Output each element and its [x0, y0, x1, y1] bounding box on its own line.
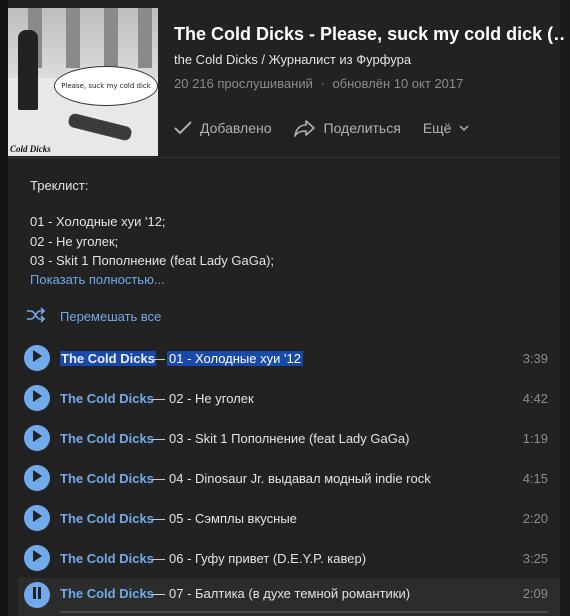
- cover-caption: Cold Dicks: [10, 144, 51, 154]
- play-icon: [32, 429, 42, 447]
- playlist-meta: 20 216 прослушиваний · обновлён 10 окт 2…: [174, 76, 463, 91]
- playlist-title: The Cold Dicks - Please, suck my cold di…: [174, 24, 564, 44]
- track-artist[interactable]: The Cold Dicks: [60, 586, 154, 601]
- added-label: Добавлено: [200, 120, 272, 136]
- track-row[interactable]: The Cold Dicks — 01 - Холодные хуи '12 3…: [18, 338, 560, 378]
- cover-standing-figure: [18, 30, 38, 110]
- shuffle-label: Перемешать все: [60, 309, 162, 324]
- album-cover[interactable]: Please, suck my cold dick Cold Dicks: [8, 8, 158, 156]
- play-button[interactable]: [24, 465, 50, 491]
- track-dash: —: [152, 350, 165, 366]
- share-icon: [293, 119, 316, 137]
- track-artist[interactable]: The Cold Dicks: [60, 511, 154, 526]
- track-row[interactable]: The Cold Dicks — 02 - Не уголек 4:42: [18, 378, 560, 418]
- meta-separator: ·: [320, 76, 325, 91]
- track-list: The Cold Dicks — 01 - Холодные хуи '12 3…: [18, 338, 560, 616]
- track-duration: 4:42: [522, 390, 548, 406]
- track-dash: —: [152, 510, 165, 526]
- description-line: 03 - Skit 1 Пополнение (feat Lady GaGa);: [30, 253, 275, 268]
- playlist-actions: Добавлено Поделиться Ещё: [174, 116, 469, 140]
- track-duration: 4:15: [522, 470, 548, 486]
- description-line: 02 - Не уголек;: [30, 234, 119, 249]
- play-button[interactable]: [24, 385, 50, 411]
- track-title: 01 - Холодные хуи '12: [167, 350, 303, 366]
- track-artist[interactable]: The Cold Dicks: [60, 471, 154, 486]
- progress-bar[interactable]: [60, 611, 548, 613]
- track-duration: 2:09: [522, 586, 548, 601]
- playlist-subtitle[interactable]: the Cold Dicks / Журналист из Фурфура: [174, 52, 411, 67]
- track-title: 02 - Не уголек: [169, 390, 254, 406]
- track-title: 07 - Балтика (в духе темной романтики): [169, 586, 411, 601]
- play-icon: [32, 349, 42, 367]
- more-button[interactable]: Ещё: [423, 120, 470, 136]
- track-title: 05 - Сэмплы вкусные: [169, 510, 297, 526]
- play-icon: [32, 469, 42, 487]
- track-artist[interactable]: The Cold Dicks: [60, 391, 154, 406]
- check-icon: [174, 121, 192, 135]
- play-count: 20 216 прослушиваний: [174, 76, 313, 91]
- track-row[interactable]: The Cold Dicks — 06 - Гуфу привет (D.E.Y…: [18, 538, 560, 578]
- track-artist[interactable]: The Cold Dicks: [60, 431, 154, 446]
- play-button[interactable]: [24, 505, 50, 531]
- share-label: Поделиться: [323, 120, 401, 136]
- track-row[interactable]: The Cold Dicks — 03 - Skit 1 Пополнение …: [18, 418, 560, 458]
- track-duration: 3:25: [522, 550, 548, 566]
- track-duration: 1:19: [522, 430, 548, 446]
- play-button[interactable]: [24, 425, 50, 451]
- play-button[interactable]: [24, 545, 50, 571]
- share-button[interactable]: Поделиться: [293, 119, 401, 137]
- track-row-current[interactable]: The Cold Dicks — 07 - Балтика (в духе те…: [18, 578, 560, 616]
- description-line: 01 - Холодные хуи '12;: [30, 214, 166, 229]
- description-label: Треклист:: [30, 178, 89, 193]
- track-artist[interactable]: The Cold Dicks: [60, 350, 156, 366]
- show-more-link[interactable]: Показать полностью...: [30, 272, 165, 287]
- play-button[interactable]: [24, 345, 50, 371]
- play-icon: [32, 549, 42, 567]
- pause-icon: [32, 586, 42, 604]
- chevron-down-icon: [459, 125, 469, 131]
- cover-speech-bubble: Please, suck my cold dick: [54, 66, 158, 106]
- play-icon: [32, 389, 42, 407]
- track-artist[interactable]: The Cold Dicks: [60, 551, 154, 566]
- cover-column: [104, 8, 118, 68]
- shuffle-all-button[interactable]: Перемешать все: [26, 307, 161, 326]
- cover-column: [138, 8, 152, 68]
- track-dash: —: [152, 550, 165, 566]
- background-strip-left: [0, 0, 8, 616]
- track-duration: 2:20: [522, 510, 548, 526]
- cover-column: [66, 8, 80, 68]
- track-dash: —: [152, 470, 165, 486]
- track-row[interactable]: The Cold Dicks — 04 - Dinosaur Jr. выдав…: [18, 458, 560, 498]
- track-title: 04 - Dinosaur Jr. выдавал модный indie r…: [169, 470, 431, 486]
- play-icon: [32, 509, 42, 527]
- track-dash: —: [152, 586, 165, 601]
- updated-date: обновлён 10 окт 2017: [332, 76, 464, 91]
- added-button[interactable]: Добавлено: [174, 120, 272, 136]
- track-duration: 3:39: [522, 350, 548, 366]
- track-dash: —: [152, 390, 165, 406]
- more-label: Ещё: [422, 120, 452, 136]
- track-row[interactable]: The Cold Dicks — 05 - Сэмплы вкусные 2:2…: [18, 498, 560, 538]
- track-dash: —: [152, 430, 165, 446]
- shuffle-icon: [26, 307, 46, 326]
- scrollbar-track[interactable]: [560, 0, 570, 616]
- cover-lying-figure: [67, 112, 133, 142]
- pause-button[interactable]: [24, 582, 50, 608]
- track-title: 06 - Гуфу привет (D.E.Y.P. кавер): [169, 550, 367, 566]
- track-title: 03 - Skit 1 Пополнение (feat Lady GaGa): [169, 430, 410, 446]
- header-divider: [8, 157, 560, 158]
